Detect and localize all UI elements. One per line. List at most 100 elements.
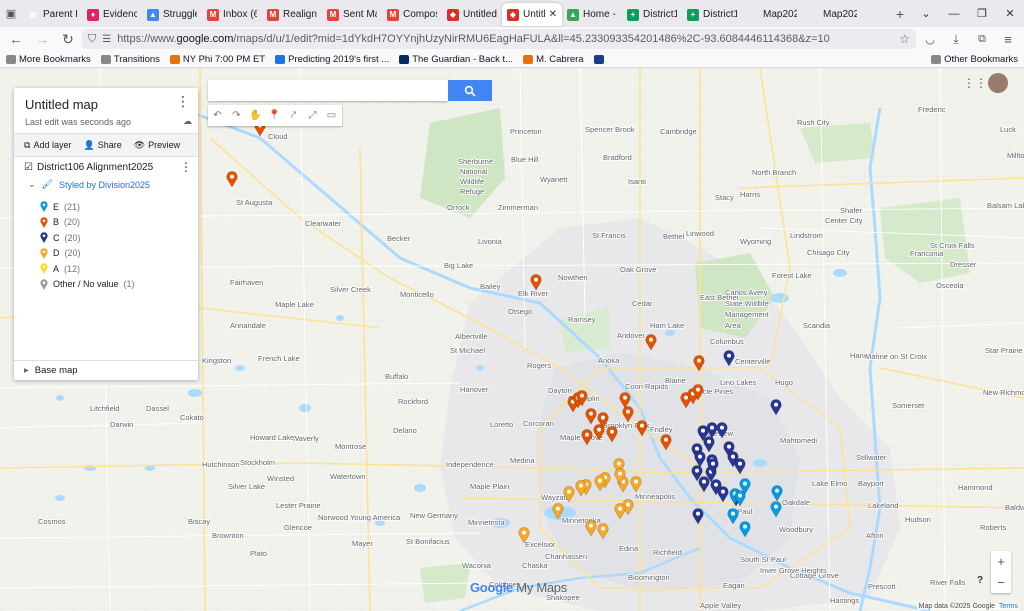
place-label: Hammond: [958, 483, 993, 492]
legend-item-5[interactable]: Other / No value (1): [40, 277, 192, 293]
minimize-icon[interactable]: —: [940, 0, 968, 27]
terms-link[interactable]: Terms: [999, 603, 1018, 610]
tab-6[interactable]: M Compose M: [382, 3, 442, 26]
chevron-down-icon[interactable]: ⌄: [28, 179, 36, 190]
add-marker-icon[interactable]: 📍: [265, 110, 284, 121]
layer-name[interactable]: District106 Alignment2025: [37, 162, 153, 173]
tab-12[interactable]: Map2025b - M: [742, 3, 802, 26]
pocket-icon[interactable]: ◡: [918, 28, 942, 50]
other-bookmarks[interactable]: Other Bookmarks: [931, 54, 1018, 65]
search-input[interactable]: [208, 80, 448, 101]
place-label: Fairhaven: [230, 278, 263, 287]
place-label: State Wildlife: [725, 299, 769, 308]
place-label: Fridley: [650, 425, 673, 434]
bookmark-label: NY Phi 7:00 PM ET: [182, 53, 266, 65]
place-label: Annandale: [230, 321, 266, 330]
legend-count: (20): [64, 232, 81, 243]
legend-item-0[interactable]: E (21): [40, 199, 192, 215]
back-icon[interactable]: ←: [4, 28, 28, 50]
tab-10[interactable]: + District106: [622, 3, 682, 26]
tab-2[interactable]: ▲ Struggles w: [142, 3, 202, 26]
place-label: Wildlife: [460, 177, 484, 186]
shield-icon[interactable]: ⛉: [88, 33, 96, 46]
legend-item-4[interactable]: A (12): [40, 261, 192, 277]
close-window-icon[interactable]: ✕: [996, 0, 1024, 27]
restore-icon[interactable]: ❐: [968, 0, 996, 27]
tab-8[interactable]: ◆ Untitle ✕: [502, 3, 562, 26]
menu-icon[interactable]: ≡: [996, 28, 1020, 50]
draw-line-icon[interactable]: ⤤: [284, 110, 303, 121]
layer-section: ☑ District106 Alignment2025 ⋮ ⌄ 🖌 Styled…: [24, 160, 192, 292]
place-label: Chaska: [522, 561, 548, 570]
downloads-icon[interactable]: ⤓: [944, 28, 968, 50]
tab-7[interactable]: ◆ Untitled m: [442, 3, 502, 26]
extensions-icon[interactable]: ⧉: [970, 28, 994, 50]
place-label: Ham Lake: [650, 321, 684, 330]
place-label: Afton: [866, 531, 884, 540]
close-tab-icon[interactable]: ✕: [549, 9, 557, 20]
legend-item-2[interactable]: C (20): [40, 230, 192, 246]
layer-header[interactable]: ☑ District106 Alignment2025 ⋮: [24, 160, 192, 174]
tab-11[interactable]: + District106: [682, 3, 742, 26]
bookmark-favicon-icon: [275, 54, 286, 64]
zoom-in-button[interactable]: +: [997, 554, 1005, 569]
bookmark-star-icon[interactable]: ☆: [899, 32, 910, 46]
help-button[interactable]: ?: [973, 573, 987, 587]
directions-icon[interactable]: ⤢: [303, 110, 322, 121]
layer-style[interactable]: ⌄ 🖌 Styled by Division2025: [28, 179, 192, 190]
tab-label: Sent Mail -: [343, 9, 377, 20]
zoom-controls: + −: [991, 551, 1011, 593]
bookmark-5[interactable]: M. Cabrera: [523, 54, 584, 65]
place-label: Orrock: [447, 203, 470, 212]
bookmark-3[interactable]: Predicting 2019's first ...: [275, 54, 389, 65]
tab-5[interactable]: M Sent Mail -: [322, 3, 382, 26]
list-all-tabs-icon[interactable]: ⌄: [912, 0, 940, 27]
tab-favicon-icon: ▲: [147, 8, 159, 21]
add-layer-button[interactable]: ⧉ Add layer: [24, 140, 71, 151]
place-label: Milltown: [1007, 151, 1024, 160]
tab-0[interactable]: ▦ Parent Dail: [22, 3, 82, 26]
legend-item-3[interactable]: D (20): [40, 246, 192, 262]
bookmark-0[interactable]: More Bookmarks: [6, 54, 91, 65]
map-title[interactable]: Untitled map: [25, 97, 98, 112]
tab-3[interactable]: M Inbox (60,8: [202, 3, 262, 26]
permissions-icon[interactable]: ☰: [102, 34, 111, 45]
checkbox-checked-icon[interactable]: ☑: [24, 162, 33, 173]
base-map-toggle[interactable]: ▸ Base map: [14, 360, 198, 376]
undo-icon[interactable]: ↶: [208, 110, 227, 121]
address-bar[interactable]: ⛉ ☰ https://www.google.com/maps/d/u/1/ed…: [82, 29, 916, 49]
bookmark-2[interactable]: NY Phi 7:00 PM ET: [169, 53, 266, 65]
pan-hand-icon[interactable]: ✋: [246, 110, 265, 121]
tab-overview-icon[interactable]: ▣: [0, 3, 22, 25]
place-label: Lindstrom: [790, 231, 823, 240]
bookmark-6[interactable]: [593, 54, 607, 65]
tab-1[interactable]: ♦ Evidence o: [82, 3, 142, 26]
bookmark-1[interactable]: Transitions: [100, 54, 160, 65]
map-canvas[interactable]: Cloud St Augusta Clearwater Zimmerman Orrock…: [0, 68, 1024, 611]
url-text: https://www.google.com/maps/d/u/1/edit?m…: [117, 33, 830, 45]
reload-icon[interactable]: ↻: [56, 28, 80, 50]
tab-9[interactable]: ▲ Home - Go: [562, 3, 622, 26]
new-tab-button[interactable]: +: [888, 3, 912, 25]
place-label: Oakdale: [782, 498, 810, 507]
panel-actions: ⧉ Add layer 👤 Share 👁 Preview: [14, 133, 198, 157]
measure-icon[interactable]: ▭: [322, 110, 341, 121]
bookmark-4[interactable]: The Guardian - Back t...: [399, 54, 513, 65]
legend-item-1[interactable]: B (20): [40, 215, 192, 231]
chevron-right-icon[interactable]: ▸: [24, 365, 29, 376]
forward-icon[interactable]: →: [30, 28, 54, 50]
share-button[interactable]: 👤 Share: [83, 140, 121, 151]
tab-13[interactable]: Map2025b - M: [802, 3, 862, 26]
place-label: Linwood: [686, 229, 714, 238]
avatar[interactable]: [988, 73, 1008, 93]
redo-icon[interactable]: ↷: [227, 110, 246, 121]
layer-options-icon[interactable]: ⋮: [180, 160, 192, 174]
search-button[interactable]: [448, 80, 492, 101]
preview-button[interactable]: 👁 Preview: [134, 140, 180, 151]
paint-style-icon: 🖌: [41, 179, 53, 189]
more-options-icon[interactable]: ⋮: [176, 93, 190, 110]
tab-label: Home - Go: [583, 9, 617, 20]
zoom-out-button[interactable]: −: [997, 575, 1005, 590]
tab-favicon-icon: M: [207, 8, 219, 21]
tab-4[interactable]: M Realignme: [262, 3, 322, 26]
